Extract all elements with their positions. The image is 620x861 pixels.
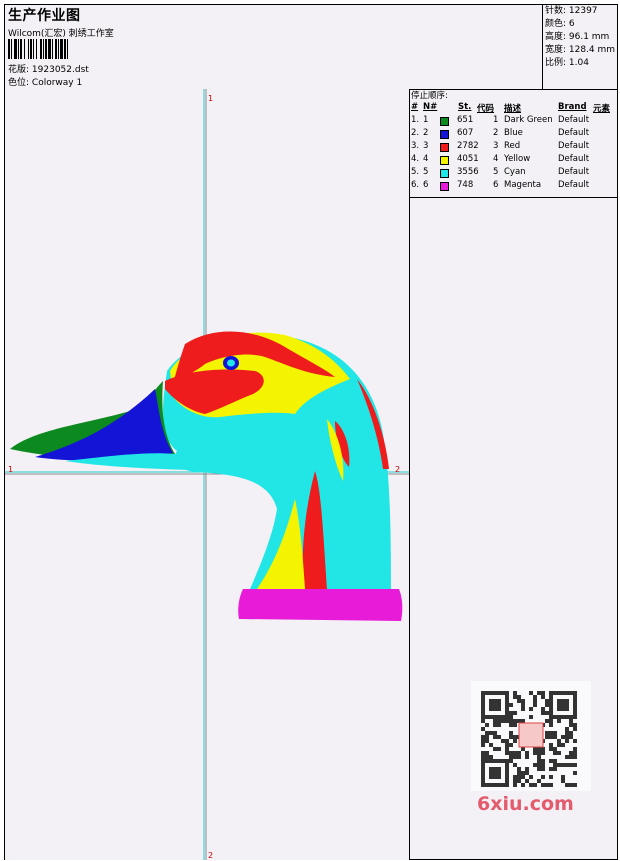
row-brand: Default bbox=[558, 154, 590, 164]
row-needle: 1 bbox=[423, 115, 429, 125]
design-scale: 比例: 1.04 bbox=[545, 58, 589, 68]
row-stitches: 2782 bbox=[457, 141, 479, 151]
header-code: 代码 bbox=[477, 104, 495, 114]
design-width: 宽度: 128.4 mm bbox=[545, 45, 616, 55]
watermark-text: 6xiu.com bbox=[477, 793, 574, 815]
stitch-count: 针数: 12397 bbox=[545, 6, 598, 16]
row-description: Yellow bbox=[504, 154, 531, 164]
neck-magenta-base bbox=[238, 589, 403, 621]
eye-inner bbox=[227, 359, 235, 367]
header-stitches: St. bbox=[458, 102, 472, 112]
color-count: 颜色: 6 bbox=[545, 19, 575, 29]
row-code: 1 bbox=[493, 115, 499, 125]
left-axis-marker: 1 bbox=[8, 465, 13, 474]
row-description: Blue bbox=[504, 128, 523, 138]
header-index: # bbox=[411, 102, 419, 112]
color-swatch bbox=[440, 117, 449, 126]
header-description: 描述 bbox=[504, 104, 522, 114]
row-needle: 2 bbox=[423, 128, 429, 138]
software-subtitle: Wilcom(汇宏) 刺绣工作室 bbox=[8, 29, 114, 39]
header-brand: Brand bbox=[558, 102, 587, 112]
row-code: 5 bbox=[493, 167, 499, 177]
top-axis-marker: 1 bbox=[208, 94, 213, 103]
worksheet-frame: 生产作业图 Wilcom(汇宏) 刺绣工作室 花版: 1923052.dst 色… bbox=[4, 4, 618, 860]
row-stitches: 3556 bbox=[457, 167, 479, 177]
row-needle: 5 bbox=[423, 167, 429, 177]
row-code: 4 bbox=[493, 154, 499, 164]
sequence-header-row: # N# St. 代码 描述 Brand 元素 bbox=[409, 102, 617, 115]
row-index: 4. bbox=[411, 154, 420, 164]
design-label: 花版: bbox=[8, 65, 30, 75]
row-code: 6 bbox=[493, 180, 499, 190]
color-swatch bbox=[440, 156, 449, 165]
row-code: 3 bbox=[493, 141, 499, 151]
row-code: 2 bbox=[493, 128, 499, 138]
colorway-line: 色位: Colorway 1 bbox=[8, 75, 82, 88]
row-needle: 4 bbox=[423, 154, 429, 164]
row-index: 3. bbox=[411, 141, 420, 151]
row-brand: Default bbox=[558, 141, 590, 151]
sequence-row: 4. 4 4051 4 Yellow Default bbox=[409, 154, 617, 167]
row-description: Magenta bbox=[504, 180, 542, 190]
sequence-row: 3. 3 2782 3 Red Default bbox=[409, 141, 617, 154]
row-brand: Default bbox=[558, 115, 590, 125]
row-brand: Default bbox=[558, 167, 590, 177]
row-description: Dark Green bbox=[504, 115, 553, 125]
row-index: 5. bbox=[411, 167, 420, 177]
sequence-title: 停止顺序: bbox=[411, 91, 448, 101]
color-swatch bbox=[440, 130, 449, 139]
row-index: 1. bbox=[411, 115, 420, 125]
row-stitches: 4051 bbox=[457, 154, 479, 164]
color-sequence-table: 停止顺序: # N# St. 代码 描述 Brand 元素 1. 1 651 1 Dar… bbox=[409, 89, 617, 198]
design-name-line: 花版: 1923052.dst bbox=[8, 62, 89, 75]
sequence-row: 1. 1 651 1 Dark Green Default bbox=[409, 115, 617, 128]
sequence-row: 5. 5 3556 5 Cyan Default bbox=[409, 167, 617, 180]
row-index: 6. bbox=[411, 180, 420, 190]
header-element: 元素 bbox=[593, 104, 611, 114]
sequence-row: 2. 2 607 2 Blue Default bbox=[409, 128, 617, 141]
embroidery-preview: 1 2 1 2 bbox=[5, 89, 409, 860]
colorway-label: 色位: bbox=[8, 78, 30, 88]
barcode bbox=[8, 39, 142, 59]
header: 生产作业图 Wilcom(汇宏) 刺绣工作室 花版: 1923052.dst 色… bbox=[5, 5, 617, 90]
design-height: 高度: 96.1 mm bbox=[545, 32, 610, 42]
color-swatch bbox=[440, 182, 449, 191]
right-axis-marker: 2 bbox=[395, 465, 400, 474]
row-needle: 6 bbox=[423, 180, 429, 190]
design-stats: 针数: 12397 颜色: 6 高度: 96.1 mm 宽度: 128.4 mm… bbox=[542, 5, 618, 89]
sequence-row: 6. 6 748 6 Magenta Default bbox=[409, 180, 617, 193]
row-needle: 3 bbox=[423, 141, 429, 151]
row-description: Red bbox=[504, 141, 521, 151]
row-stitches: 651 bbox=[457, 115, 474, 125]
header-needle: N# bbox=[423, 102, 438, 112]
design-canvas: 1 2 1 2 bbox=[5, 89, 410, 860]
bottom-axis-marker: 2 bbox=[208, 851, 213, 860]
row-stitches: 748 bbox=[457, 180, 474, 190]
page-title: 生产作业图 bbox=[8, 8, 81, 24]
colorway-value: Colorway 1 bbox=[31, 78, 83, 88]
row-stitches: 607 bbox=[457, 128, 474, 138]
row-brand: Default bbox=[558, 128, 590, 138]
design-value: 1923052.dst bbox=[31, 65, 89, 75]
color-swatch bbox=[440, 169, 449, 178]
row-brand: Default bbox=[558, 180, 590, 190]
row-index: 2. bbox=[411, 128, 420, 138]
qr-logo-stamp bbox=[518, 722, 544, 748]
color-swatch bbox=[440, 143, 449, 152]
row-description: Cyan bbox=[504, 167, 526, 177]
